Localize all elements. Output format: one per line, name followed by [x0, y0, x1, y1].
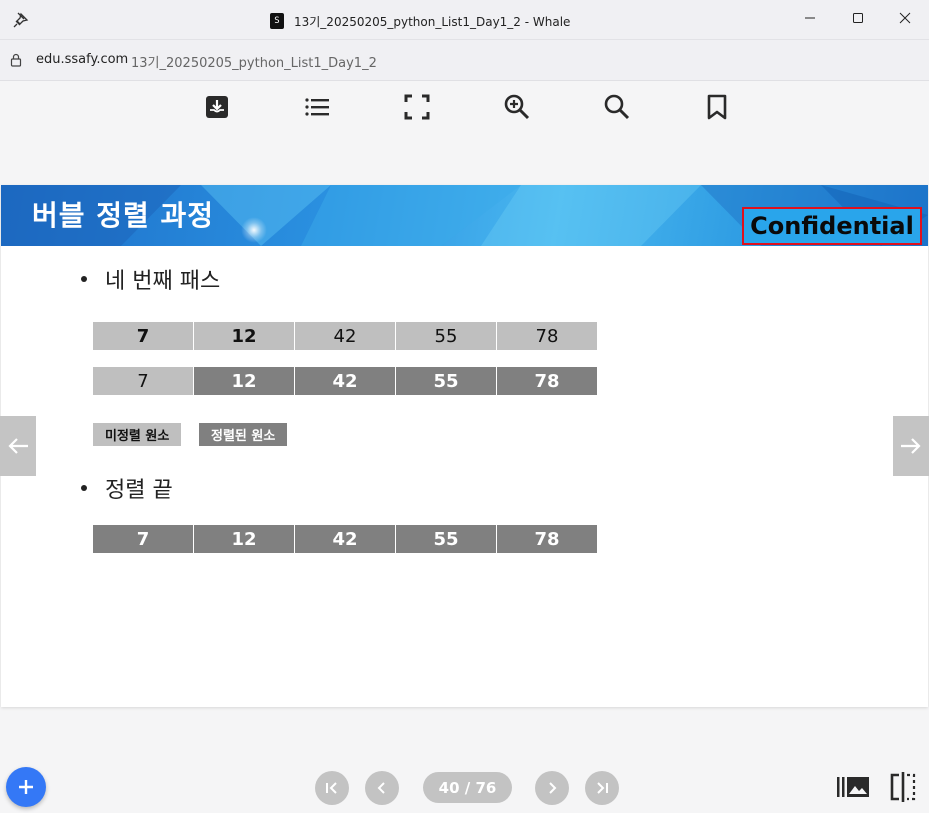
array-cell: 78	[497, 525, 597, 553]
bullet-dot	[81, 485, 87, 491]
chevron-left-icon	[377, 782, 385, 794]
maximize-button[interactable]	[838, 6, 878, 30]
title-bar: S 13기_20250205_python_List1_Day1_2 - Wha…	[0, 0, 929, 40]
chevron-right-icon	[549, 782, 557, 794]
address-bar[interactable]: edu.ssafy.com 13기_20250205_python_List1_…	[0, 40, 929, 81]
array-row-before: 7 12 42 55 78	[93, 322, 598, 350]
pin-icon[interactable]	[12, 11, 30, 29]
bullet-sort-done: 정렬 끝	[81, 472, 173, 504]
page-indicator[interactable]: 40 / 76	[423, 772, 512, 803]
slide-banner: 버블 정렬 과정 Confidential	[1, 185, 928, 246]
array-cell: 55	[396, 322, 496, 350]
legend-sorted: 정렬된 원소	[199, 423, 288, 446]
array-cell: 12	[194, 525, 294, 553]
array-cell: 42	[295, 322, 395, 350]
array-row-after: 7 12 42 55 78	[93, 367, 598, 395]
window-title-group: S 13기_20250205_python_List1_Day1_2 - Wha…	[270, 12, 570, 30]
legend-unsorted: 미정렬 원소	[93, 423, 182, 446]
array-cell: 78	[497, 322, 597, 350]
array-cell: 12	[194, 367, 294, 395]
array-cell: 55	[396, 367, 496, 395]
array-cell: 7	[93, 525, 193, 553]
last-page-icon	[597, 782, 608, 794]
plus-icon	[19, 780, 33, 794]
next-slide-button[interactable]	[893, 416, 929, 476]
array-cell: 78	[497, 367, 597, 395]
close-icon	[899, 12, 911, 24]
split-view-icon[interactable]	[889, 771, 917, 803]
add-button[interactable]	[6, 767, 46, 807]
banner-glow	[241, 217, 267, 243]
array-cell: 7	[93, 322, 193, 350]
arrow-left-icon	[8, 438, 28, 454]
array-cell: 42	[295, 367, 395, 395]
zoom-in-icon[interactable]	[503, 93, 531, 121]
minimize-icon	[805, 17, 815, 19]
arrow-right-icon	[901, 438, 921, 454]
prev-page-button[interactable]	[365, 771, 399, 805]
window-title: 13기_20250205_python_List1_Day1_2 - Whale	[294, 14, 571, 29]
gallery-view-icon[interactable]	[836, 775, 870, 799]
next-page-button[interactable]	[535, 771, 569, 805]
site-favicon-icon: S	[270, 13, 284, 29]
close-button[interactable]	[885, 6, 925, 30]
array-cell: 42	[295, 525, 395, 553]
search-icon[interactable]	[603, 93, 631, 121]
bookmark-icon[interactable]	[703, 93, 731, 121]
bullet-text: 정렬 끝	[105, 478, 173, 503]
array-row-final: 7 12 42 55 78	[93, 525, 598, 553]
list-icon[interactable]	[303, 93, 331, 121]
address-domain[interactable]: edu.ssafy.com	[36, 52, 128, 67]
download-icon[interactable]	[203, 93, 231, 121]
confidential-label: Confidential	[742, 207, 922, 245]
slide-page: 버블 정렬 과정 Confidential 네 번째 패스 7 12 42 55…	[1, 185, 928, 707]
bullet-dot	[81, 276, 87, 282]
bullet-text: 네 번째 패스	[105, 269, 221, 294]
array-cell: 12	[194, 322, 294, 350]
bullet-fourth-pass: 네 번째 패스	[81, 263, 220, 295]
array-cell: 55	[396, 525, 496, 553]
fullscreen-icon[interactable]	[403, 93, 431, 121]
lock-icon[interactable]	[10, 53, 22, 67]
last-page-button[interactable]	[585, 771, 619, 805]
address-page-title[interactable]: 13기_20250205_python_List1_Day1_2	[131, 52, 377, 71]
first-page-button[interactable]	[315, 771, 349, 805]
slide-title: 버블 정렬 과정	[32, 199, 215, 232]
minimize-button[interactable]	[790, 6, 830, 30]
maximize-icon	[853, 13, 863, 23]
first-page-icon	[326, 782, 337, 794]
prev-slide-button[interactable]	[0, 416, 36, 476]
array-cell: 7	[93, 367, 193, 395]
